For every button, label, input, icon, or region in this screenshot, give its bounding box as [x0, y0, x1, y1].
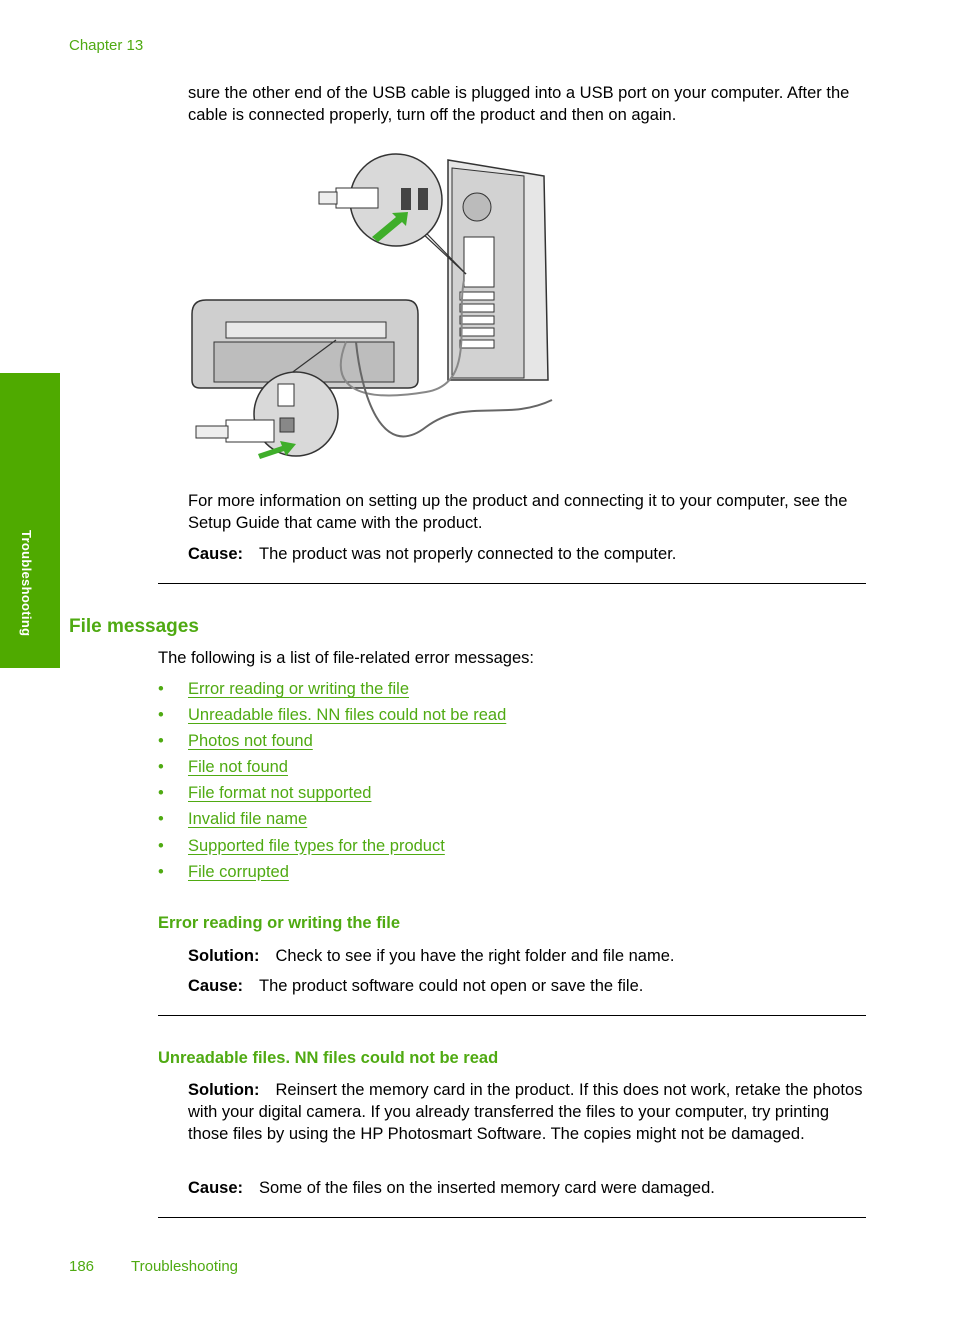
side-tab-label: Troubleshooting [19, 530, 34, 637]
link-file-not-found[interactable]: File not found [188, 758, 288, 776]
link-file-corrupted[interactable]: File corrupted [188, 863, 289, 881]
cause-text: Some of the files on the inserted memory… [259, 1179, 715, 1197]
link-error-reading-writing[interactable]: Error reading or writing the file [188, 680, 409, 698]
bullet: • [158, 836, 164, 855]
bullet: • [158, 732, 164, 751]
solution-label: Solution: [188, 1081, 260, 1099]
section-heading-error-reading-writing: Error reading or writing the file [158, 914, 401, 932]
cause-line: Cause: The product software could not ope… [188, 975, 868, 997]
file-messages-intro: The following is a list of file-related … [158, 649, 534, 667]
list-item: • Invalid file name [158, 808, 506, 834]
list-item: • Supported file types for the product [158, 835, 506, 861]
chapter-header: Chapter 13 [69, 37, 144, 54]
bullet: • [158, 810, 164, 829]
bullet: • [158, 862, 164, 881]
link-supported-file-types[interactable]: Supported file types for the product [188, 837, 445, 855]
more-info-paragraph: For more information on setting up the p… [188, 492, 848, 532]
list-item: • File corrupted [158, 861, 506, 887]
solution-text: Reinsert the memory card in the product.… [188, 1081, 863, 1143]
bullet: • [158, 758, 164, 777]
continuation-paragraph: sure the other end of the USB cable is p… [188, 84, 850, 124]
computer-tower [447, 159, 549, 381]
list-item: • Photos not found [158, 730, 506, 756]
link-file-format-not-supported[interactable]: File format not supported [188, 784, 371, 802]
list-item: • File format not supported [158, 782, 506, 808]
cause-text: The product software could not open or s… [259, 977, 644, 995]
list-item: • File not found [158, 756, 506, 782]
file-messages-link-list: • Error reading or writing the file • Unre… [158, 678, 506, 887]
divider [158, 1217, 866, 1218]
divider [158, 1015, 866, 1016]
link-unreadable-files[interactable]: Unreadable files. NN files could not be … [188, 706, 506, 724]
cause-label: Cause: [188, 977, 244, 995]
solution-paragraph: Solution: Reinsert the memory card in the… [188, 1079, 870, 1145]
usb-connection-figure [191, 153, 553, 459]
list-item: • Unreadable files. NN files could not be… [158, 704, 506, 730]
computer-port-zoom [318, 153, 467, 275]
solution-text: Check to see if you have the right folde… [275, 947, 675, 965]
cause-line: Cause: Some of the files on the inserted … [188, 1177, 868, 1199]
cause-line: Cause: The product was not properly conne… [188, 543, 868, 565]
bullet: • [158, 784, 164, 803]
page-number: 186 [69, 1258, 95, 1275]
cause-text: The product was not properly connected t… [259, 545, 677, 563]
bullet: • [158, 706, 164, 725]
cause-label: Cause: [188, 1179, 244, 1197]
cause-label: Cause: [188, 545, 244, 563]
bullet: • [158, 680, 164, 698]
section-heading-unreadable-files: Unreadable files. NN files could not be … [158, 1049, 499, 1067]
list-item: • Error reading or writing the file [158, 678, 506, 704]
link-invalid-file-name[interactable]: Invalid file name [188, 810, 307, 828]
solution-line: Solution: Check to see if you have the ri… [188, 945, 868, 967]
footer-section-title: Troubleshooting [131, 1258, 239, 1275]
solution-label: Solution: [188, 947, 260, 965]
file-messages-heading: File messages [69, 616, 199, 637]
divider [158, 583, 866, 584]
link-photos-not-found[interactable]: Photos not found [188, 732, 313, 750]
